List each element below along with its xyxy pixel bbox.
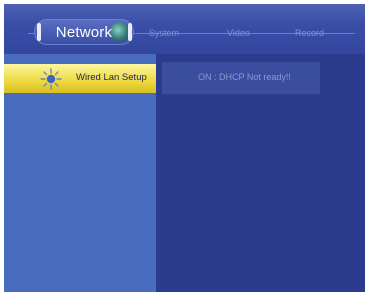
sun-icon	[40, 68, 62, 90]
tab-video[interactable]: Video	[227, 28, 250, 38]
tab-system[interactable]: System	[149, 28, 179, 38]
tab-network-label: Network	[55, 24, 113, 41]
tab-record[interactable]: Record	[295, 28, 324, 38]
status-panel: ON : DHCP Not ready!!	[162, 62, 320, 94]
menu-item-label: Wired Lan Setup	[76, 72, 147, 83]
connection-status-text: ON : DHCP Not ready!!	[198, 72, 291, 82]
settings-menu: Wired Lan Setup	[4, 54, 156, 292]
settings-screen: Network System Video Record Wired Lan Se…	[4, 4, 365, 292]
tab-network[interactable]: Network	[34, 19, 134, 45]
tab-bar: Network System Video Record	[4, 4, 365, 54]
menu-item-wired-lan-setup[interactable]: Wired Lan Setup	[4, 64, 156, 93]
